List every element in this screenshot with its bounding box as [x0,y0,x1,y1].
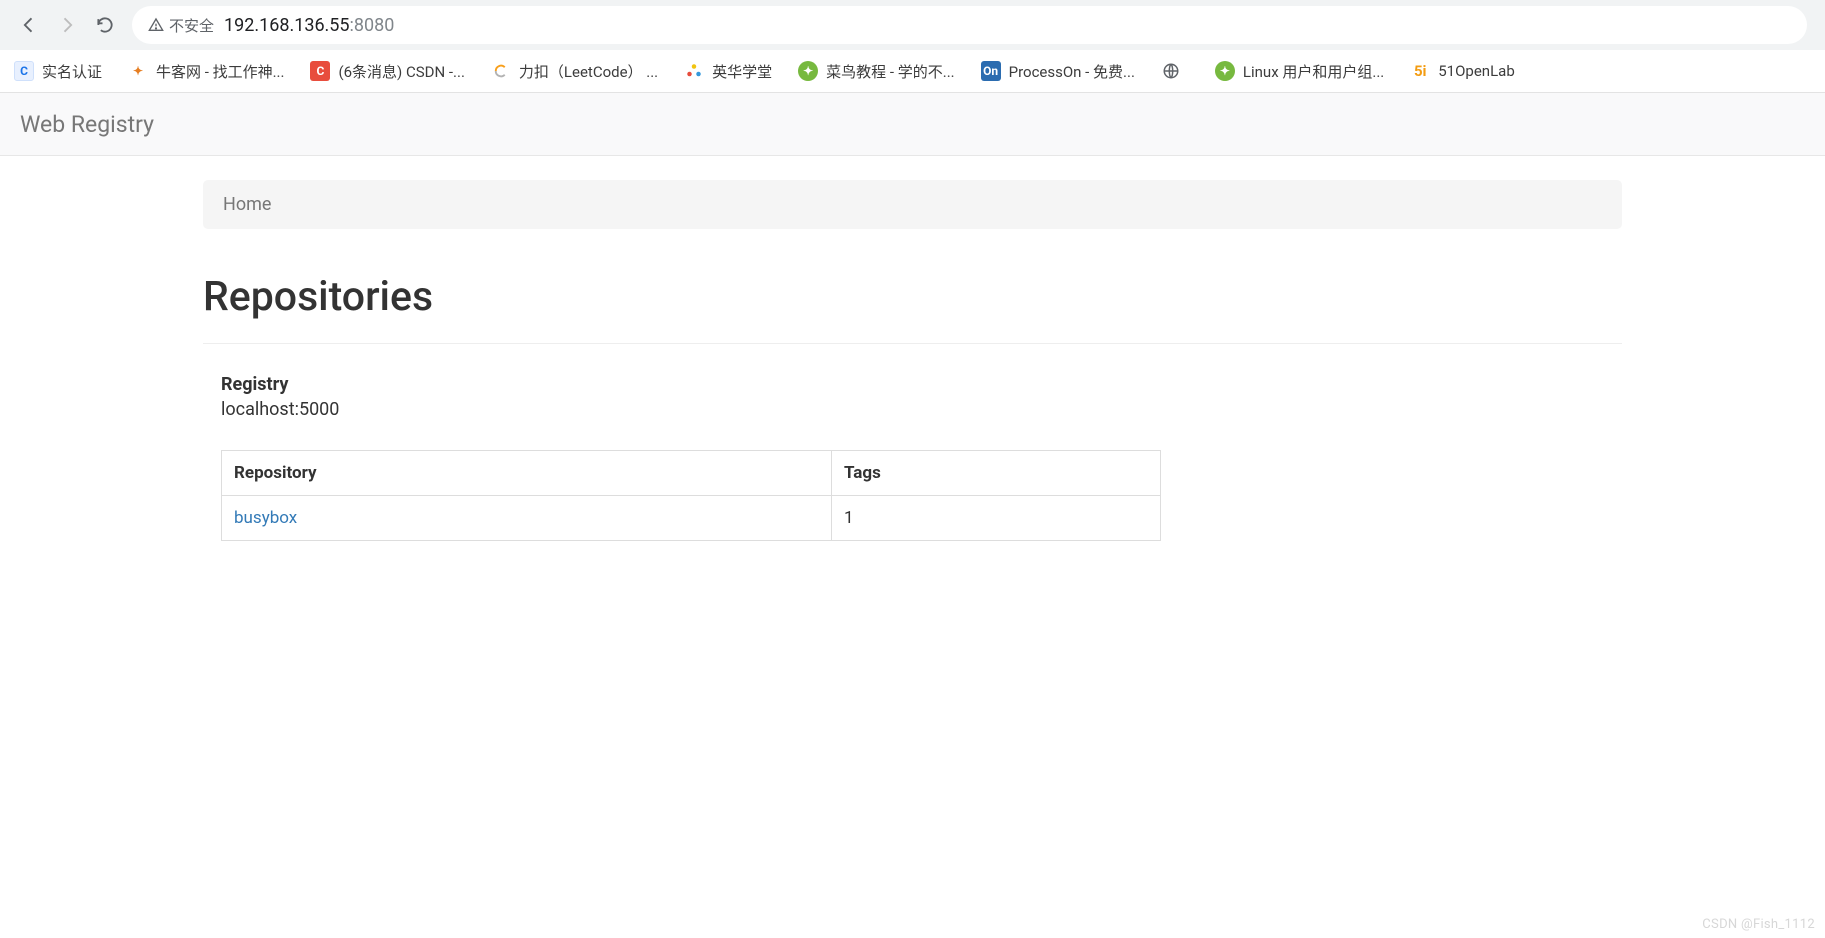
main-content: Home Repositories Registry localhost:500… [0,156,1825,581]
bookmark-label: 力扣（LeetCode） ... [519,61,658,82]
cell-tags: 1 [832,496,1161,541]
bookmark-icon [684,61,704,81]
bookmark-icon: 5i [1410,61,1430,81]
reload-button[interactable] [94,14,116,36]
col-repository: Repository [222,451,832,496]
app-header: Web Registry [0,92,1825,156]
repositories-table: Repository Tags busybox 1 [221,450,1161,541]
bookmark-yinghua[interactable]: 英华学堂 [684,61,772,82]
divider [203,343,1622,344]
bookmark-label: 菜鸟教程 - 学的不... [826,61,954,82]
arrow-left-icon [19,15,39,35]
registry-value: localhost:5000 [221,399,1622,420]
breadcrumb-home[interactable]: Home [223,194,271,215]
globe-icon [1161,61,1181,81]
page-title: Repositories [203,273,1622,321]
bookmark-nowcoder[interactable]: ✦ 牛客网 - 找工作神... [128,61,284,82]
bookmark-icon: ✦ [798,61,818,81]
bookmark-icon: C [310,61,330,81]
bookmark-label: Linux 用户和用户组... [1243,61,1384,82]
security-label: 不安全 [169,15,214,36]
url-bar[interactable]: 不安全 192.168.136.55:8080 [132,6,1807,44]
bookmark-globe[interactable] [1161,61,1189,81]
table-row: busybox 1 [222,496,1161,541]
url-port: :8080 [350,15,395,36]
arrow-right-icon [57,15,77,35]
col-tags: Tags [832,451,1161,496]
bookmark-51openlab[interactable]: 5i 51OpenLab [1410,61,1515,81]
browser-nav-bar: 不安全 192.168.136.55:8080 [0,0,1825,50]
bookmarks-bar: C 实名认证 ✦ 牛客网 - 找工作神... C (6条消息) CSDN -..… [0,50,1825,92]
registry-block: Registry localhost:5000 [203,374,1622,420]
bookmark-leetcode[interactable]: 力扣（LeetCode） ... [491,61,658,82]
breadcrumb: Home [203,180,1622,229]
bookmark-icon: C [14,61,34,81]
repo-link[interactable]: busybox [234,508,297,528]
bookmark-label: 51OpenLab [1438,62,1515,80]
bookmark-icon: ✦ [128,61,148,81]
bookmark-runoob[interactable]: ✦ 菜鸟教程 - 学的不... [798,61,954,82]
forward-button[interactable] [56,14,78,36]
warning-triangle-icon [148,17,164,33]
bookmark-label: 英华学堂 [712,61,772,82]
bookmark-realname[interactable]: C 实名认证 [14,61,102,82]
app-brand[interactable]: Web Registry [20,111,154,138]
bookmark-icon: ✦ [1215,61,1235,81]
back-button[interactable] [18,14,40,36]
url-host: 192.168.136.55 [224,15,350,36]
security-indicator[interactable]: 不安全 [148,15,214,36]
bookmark-processon[interactable]: On ProcessOn - 免费... [981,61,1135,82]
bookmark-linux[interactable]: ✦ Linux 用户和用户组... [1215,61,1384,82]
reload-icon [95,15,115,35]
bookmark-label: (6条消息) CSDN -... [338,61,464,82]
bookmark-label: 实名认证 [42,61,102,82]
table-header-row: Repository Tags [222,451,1161,496]
bookmark-label: 牛客网 - 找工作神... [156,61,284,82]
bookmark-label: ProcessOn - 免费... [1009,61,1135,82]
bookmark-csdn[interactable]: C (6条消息) CSDN -... [310,61,464,82]
cell-repository: busybox [222,496,832,541]
registry-label: Registry [221,374,1622,395]
bookmark-icon: On [981,61,1001,81]
watermark: CSDN @Fish_1112 [1702,917,1815,932]
url-text: 192.168.136.55:8080 [224,15,394,36]
leetcode-icon [491,61,511,81]
